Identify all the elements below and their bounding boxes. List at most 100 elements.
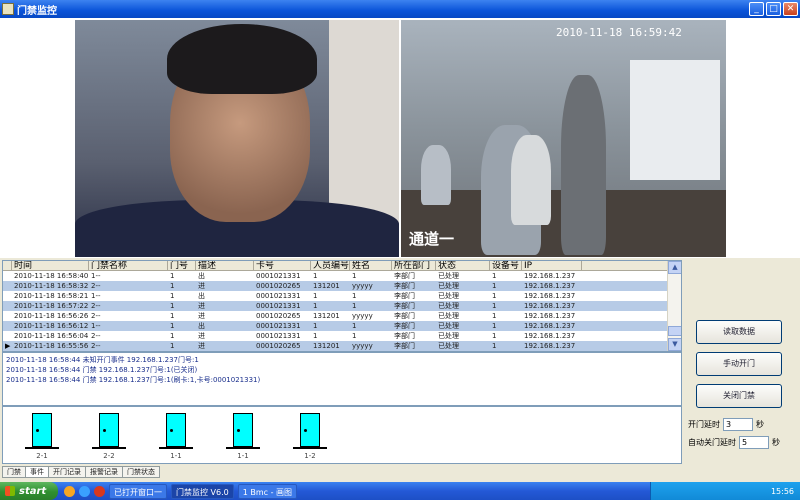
tab-open-records[interactable]: 开门记录 <box>48 466 86 478</box>
table-cell: 已处理 <box>438 302 459 310</box>
table-scrollbar[interactable]: ▲ ▼ <box>667 261 681 351</box>
door-icon[interactable]: 1-1 <box>159 413 193 461</box>
table-cell: 1 <box>313 302 318 310</box>
video-area: 2010-11-18 16:59:42 通道一 <box>0 18 800 258</box>
column-header[interactable]: 门号 <box>168 261 196 270</box>
table-cell: 1 <box>170 322 175 330</box>
table-cell: 2010-11-18 16:58:40 <box>14 272 89 280</box>
table-cell: 131201 <box>313 342 340 350</box>
camera-feed-1[interactable] <box>75 20 399 257</box>
table-row[interactable]: 2010-11-18 16:58:40 1-- 1 出 0001021331 1 1 李部门 已… <box>3 271 681 281</box>
media-icon[interactable] <box>94 485 105 497</box>
row-indicator <box>3 311 12 321</box>
table-row[interactable]: 2010-11-18 16:56:04 2-- 1 进 0001021331 1 1 李部门 已… <box>3 331 681 341</box>
column-header[interactable]: 卡号 <box>254 261 311 270</box>
close-door-button[interactable]: 关闭门禁 <box>696 384 782 408</box>
table-row[interactable]: 2010-11-18 16:57:22 2-- 1 进 0001021331 1 1 李部门 已… <box>3 301 681 311</box>
table-cell: 1 <box>492 302 497 310</box>
window-title: 门禁监控 <box>17 5 57 17</box>
taskbar-item[interactable]: 1 Bmc - 画图 <box>237 483 298 499</box>
table-cell: yyyyy <box>352 312 373 320</box>
close-button[interactable]: ✕ <box>783 2 798 16</box>
minimize-button[interactable]: _ <box>749 2 764 16</box>
table-cell: 1 <box>170 282 175 290</box>
scroll-down-icon[interactable]: ▼ <box>668 338 681 351</box>
column-header[interactable]: 状态 <box>436 261 490 270</box>
table-cell: 出 <box>198 292 205 300</box>
table-cell: 已处理 <box>438 312 459 320</box>
table-cell: 1 <box>352 332 357 340</box>
table-cell: 1-- <box>91 292 101 300</box>
control-panel: 读取数据 手动开门 关闭门禁 开门延时 秒 自动关门延时 秒 <box>684 260 800 466</box>
door-label: 2-1 <box>36 452 48 460</box>
table-cell: 进 <box>198 332 205 340</box>
table-cell: 192.168.1.237 <box>524 292 576 300</box>
firefox-icon[interactable] <box>64 485 75 497</box>
table-cell: 1 <box>492 312 497 320</box>
read-data-button[interactable]: 读取数据 <box>696 320 782 344</box>
table-cell: 李部门 <box>394 312 415 320</box>
table-cell: 1 <box>492 322 497 330</box>
table-cell: 1 <box>170 272 175 280</box>
table-cell: 1 <box>313 292 318 300</box>
door-icon[interactable]: 1-1 <box>226 413 260 461</box>
start-button[interactable]: start <box>0 482 58 500</box>
table-row[interactable]: 2010-11-18 16:58:21 1-- 1 出 0001021331 1 1 李部门 已… <box>3 291 681 301</box>
event-message-log[interactable]: 2010-11-18 16:58:44 未知开门事件 192.168.1.237… <box>2 352 682 406</box>
camera-feed-2[interactable]: 2010-11-18 16:59:42 通道一 <box>401 20 726 257</box>
maximize-button[interactable]: □ <box>766 2 781 16</box>
table-cell: 2010-11-18 16:56:26 <box>14 312 89 320</box>
table-row[interactable]: 2010-11-18 16:58:32 2-- 1 进 0001020265 131201… <box>3 281 681 291</box>
auto-close-input[interactable] <box>739 436 769 449</box>
taskbar-item-active[interactable]: 门禁监控 V6.0 <box>171 483 234 499</box>
log-message: 2010-11-18 16:58:44 未知开门事件 192.168.1.237… <box>6 356 199 364</box>
table-cell: 131201 <box>313 282 340 290</box>
row-indicator <box>3 291 12 301</box>
scroll-up-icon[interactable]: ▲ <box>668 261 681 274</box>
table-body: 2010-11-18 16:58:40 1-- 1 出 0001021331 1 1 李部门已… <box>3 271 681 351</box>
table-cell: 李部门 <box>394 292 415 300</box>
scroll-thumb[interactable] <box>668 326 681 336</box>
column-header[interactable]: 所在部门 <box>392 261 436 270</box>
table-cell: 已处理 <box>438 292 459 300</box>
tab-door-status[interactable]: 门禁状态 <box>122 466 160 478</box>
table-row[interactable]: 2010-11-18 16:56:26 2-- 1 进 0001020265 131201… <box>3 311 681 321</box>
table-cell: 1 <box>313 332 318 340</box>
table-cell: 2010-11-18 16:57:22 <box>14 302 89 310</box>
table-cell: 1 <box>492 332 497 340</box>
table-cell: 2-- <box>91 282 101 290</box>
door-icon[interactable]: 1-2 <box>293 413 327 461</box>
table-cell: 2010-11-18 16:55:56 <box>14 342 89 350</box>
clock[interactable]: 15:56 <box>771 487 794 496</box>
column-header[interactable]: 人员编号 <box>311 261 350 270</box>
column-header[interactable]: 门禁名称 <box>89 261 168 270</box>
log-message: 2010-11-18 16:58:44 门禁 192.168.1.237门号:1… <box>6 376 261 384</box>
table-cell: 1-- <box>91 322 101 330</box>
door-icon[interactable]: 2-2 <box>92 413 126 461</box>
column-header[interactable]: 描述 <box>196 261 254 270</box>
ie-icon[interactable] <box>79 485 90 497</box>
table-cell: 2-- <box>91 302 101 310</box>
table-cell: 192.168.1.237 <box>524 302 576 310</box>
system-tray: 15:56 <box>650 482 800 500</box>
column-header[interactable]: 时间 <box>12 261 89 270</box>
table-row[interactable]: 2010-11-18 16:56:12 1-- 1 出 0001021331 1 1 李部门 已… <box>3 321 681 331</box>
table-cell: 1 <box>352 292 357 300</box>
column-header[interactable]: 设备号 <box>490 261 522 270</box>
table-cell: 李部门 <box>394 272 415 280</box>
door-icon[interactable]: 2-1 <box>25 413 59 461</box>
tab-events[interactable]: 事件 <box>25 466 49 478</box>
tab-access[interactable]: 门禁 <box>2 466 26 478</box>
table-cell: 192.168.1.237 <box>524 342 576 350</box>
table-cell: 192.168.1.237 <box>524 282 576 290</box>
manual-open-button[interactable]: 手动开门 <box>696 352 782 376</box>
access-log-table[interactable]: 时间 门禁名称 门号 描述 卡号 人员编号 姓名 所在部门 状态 设备号 IP … <box>2 260 682 352</box>
open-delay-input[interactable] <box>723 418 753 431</box>
table-cell: 1 <box>352 322 357 330</box>
tab-alarm-records[interactable]: 报警记录 <box>85 466 123 478</box>
column-header[interactable]: IP <box>522 261 582 270</box>
auto-close-label: 自动关门延时 <box>688 438 736 447</box>
table-row[interactable]: ▶ 2010-11-18 16:55:56 2-- 1 进 0001020265 13120… <box>3 341 681 351</box>
taskbar-item[interactable]: 已打开窗口一 <box>109 483 167 499</box>
column-header[interactable]: 姓名 <box>350 261 392 270</box>
